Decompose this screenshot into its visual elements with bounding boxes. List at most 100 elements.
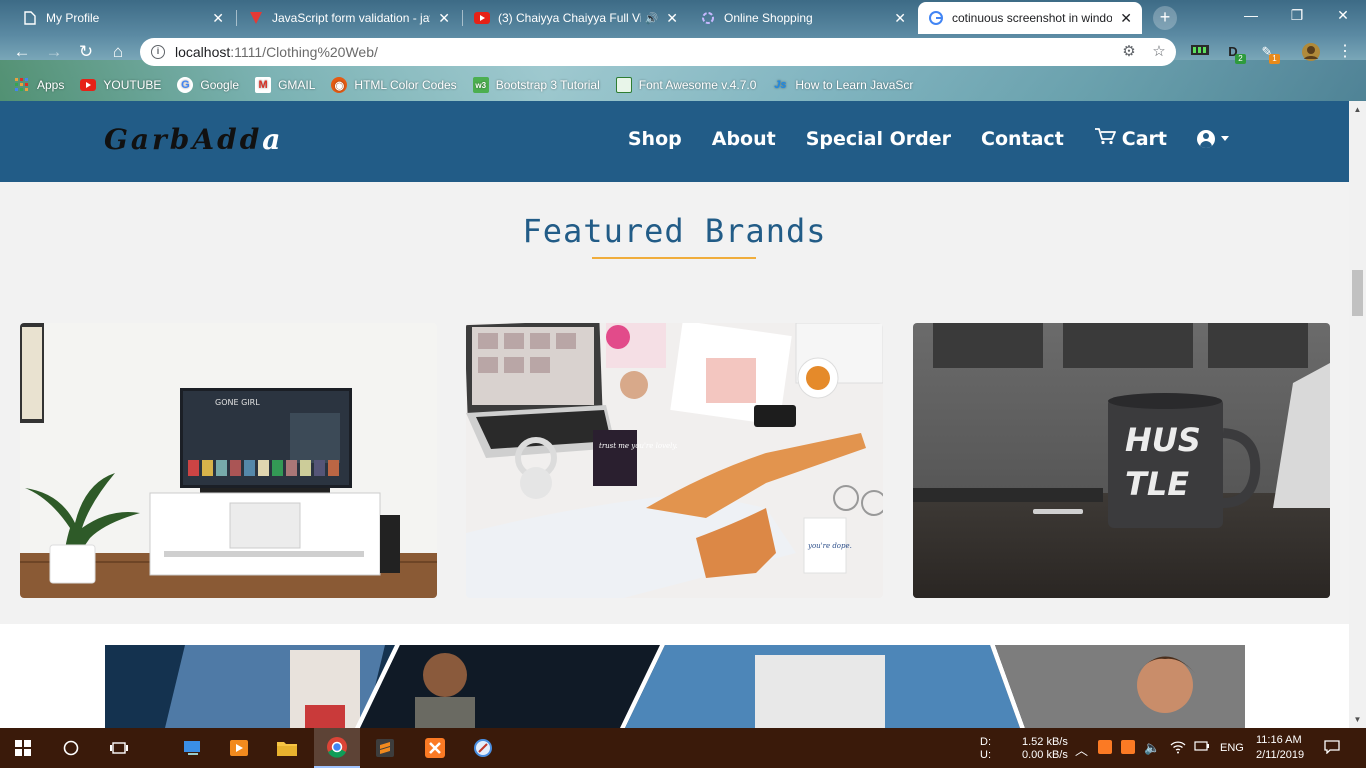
net-download-speed: 1.52 kB/s [1022,736,1068,748]
network-labels: D: U: [980,736,991,761]
wifi-icon[interactable] [1170,740,1186,757]
nav-cart[interactable]: Cart [1094,127,1167,150]
tab-separator [462,10,463,26]
search-icon[interactable] [48,728,94,768]
featured-brands-section: Featured Brands GONE GIRL trust me you'r… [0,182,1349,624]
hero-banner-section [0,624,1349,728]
document-icon [22,10,38,26]
clock-date[interactable]: 2/11/2019 [1256,749,1304,762]
chrome-taskbar-icon[interactable] [314,728,360,768]
youtube-icon [474,10,490,26]
address-bar[interactable]: i localhost:1111/Clothing%20Web/ ⚙ ☆ [140,38,1176,66]
tab-my-profile[interactable]: My Profile ✕ [12,2,234,34]
site-info-icon[interactable]: i [151,45,165,59]
menu-dots-icon[interactable]: ⋮ [1334,42,1356,62]
language-indicator[interactable]: ENG [1220,742,1244,755]
bookmark-star-icon[interactable]: ☆ [1150,43,1168,61]
profile-avatar-icon[interactable] [1300,42,1322,62]
desktop-app-icon[interactable] [170,728,216,768]
new-tab-button[interactable]: + [1153,6,1177,30]
apps-icon [14,77,30,93]
media-player-icon[interactable] [216,728,262,768]
bookmark-learn-javascript[interactable]: Js How to Learn JavaScr [772,77,913,93]
extension-d-icon[interactable]: D 2 [1222,42,1246,64]
tab-online-shopping[interactable]: Online Shopping ✕ [690,2,916,34]
reload-icon[interactable]: ↻ [76,42,96,62]
volume-icon[interactable]: 🔈 [1144,740,1160,756]
close-tab-icon[interactable]: ✕ [666,10,678,27]
notifications-icon[interactable] [1324,740,1340,757]
close-tab-icon[interactable]: ✕ [438,10,450,27]
task-view-icon[interactable] [96,728,142,768]
brand-card-hustle-mug[interactable]: HUS TLE [913,323,1330,598]
site-navbar: GarbAdda Shop About Special Order Contac… [0,101,1349,182]
close-tab-icon[interactable]: ✕ [1120,10,1132,27]
close-window-button[interactable]: ✕ [1320,0,1366,30]
xampp-tray-icon[interactable] [1098,740,1112,757]
google-icon [928,10,944,26]
scroll-down-icon[interactable]: ▼ [1349,711,1366,728]
minimize-button[interactable]: — [1228,0,1274,30]
forward-icon[interactable]: → [44,42,64,62]
brand-card-tv-room[interactable]: GONE GIRL [20,323,437,598]
tab-title: (3) Chaiyya Chaiyya Full Vi [498,11,641,25]
tab-js-validation[interactable]: JavaScript form validation - jav ✕ [238,2,460,34]
page-scrollbar[interactable]: ▲ ▼ [1349,101,1366,728]
xampp-tray-icon-2[interactable] [1121,740,1135,757]
mug-text: HUS [1125,421,1201,459]
cart-icon [1094,127,1116,150]
speaker-icon[interactable]: 🔊 [645,12,659,25]
sublime-text-icon[interactable] [362,728,408,768]
user-icon[interactable] [1197,129,1215,148]
nav-contact[interactable]: Contact [981,128,1064,150]
back-icon[interactable]: ← [12,42,32,62]
gmail-icon: M [255,77,272,93]
extension-badge: 1 [1269,54,1280,64]
tv-title: GONE GIRL [215,398,260,407]
home-icon[interactable]: ⌂ [108,42,128,62]
bookmark-gmail[interactable]: M GMAIL [255,77,315,93]
extension-badge: 2 [1235,54,1246,64]
w3-icon: w3 [472,77,489,93]
bookmark-font-awesome[interactable]: Font Awesome v.4.7.0 [615,77,756,93]
scroll-up-icon[interactable]: ▲ [1349,101,1366,118]
chevron-down-icon[interactable] [1221,136,1229,141]
tab-screenshot-search[interactable]: cotinuous screenshot in windo ✕ [918,2,1142,34]
tab-strip: My Profile ✕ JavaScript form validation … [0,0,1366,34]
bookmark-doc-icon [615,77,632,93]
xampp-icon[interactable] [412,728,458,768]
chevron-up-icon[interactable]: ︿ [1075,740,1088,759]
file-explorer-icon[interactable] [264,728,310,768]
snipping-tool-icon[interactable] [460,728,506,768]
mug-image: HUS TLE [913,323,1330,598]
section-title: Featured Brands [522,212,827,250]
bookmark-apps[interactable]: Apps [14,77,64,93]
battery-icon[interactable] [1194,740,1210,755]
tv-room-image: GONE GIRL [20,323,437,598]
translate-icon[interactable]: ⚙ [1120,43,1138,61]
windows-start-icon[interactable] [0,728,46,768]
tab-title: Online Shopping [724,11,813,25]
bookmark-bootstrap-tutorial[interactable]: w3 Bootstrap 3 Tutorial [472,77,600,93]
extension-icon[interactable] [1189,42,1211,62]
bookmarks-bar: Apps YOUTUBE G Google M GMAIL ◉ HTML Col… [0,70,1366,100]
brand-card-flat-lay[interactable]: trust me you're lovely. you're dope. [466,323,883,598]
bookmark-html-color-codes[interactable]: ◉ HTML Color Codes [331,77,457,93]
bookmark-youtube[interactable]: YOUTUBE [80,77,161,93]
nav-about[interactable]: About [712,128,776,150]
scrollbar-thumb[interactable] [1352,270,1363,316]
nav-shop[interactable]: Shop [628,128,682,150]
mug-text: TLE [1125,465,1189,503]
close-tab-icon[interactable]: ✕ [894,10,906,27]
clock-time[interactable]: 11:16 AM [1256,734,1302,747]
toolbar: ← → ↻ ⌂ i localhost:1111/Clothing%20Web/… [0,34,1366,70]
close-tab-icon[interactable]: ✕ [212,10,224,27]
windows-taskbar: D: U: 1.52 kB/s 0.00 kB/s ︿ 🔈 ENG 11:16 … [0,728,1366,768]
card-text: you're dope. [807,542,852,550]
bookmark-google[interactable]: G Google [177,77,239,93]
maximize-button[interactable]: ❐ [1274,0,1320,30]
extension-puzzle-icon[interactable]: ✎ 1 [1256,42,1280,64]
brand-logo[interactable]: GarbAdda [104,123,283,156]
nav-special-order[interactable]: Special Order [806,128,951,150]
tab-youtube[interactable]: (3) Chaiyya Chaiyya Full Vi 🔊 ✕ [464,2,688,34]
